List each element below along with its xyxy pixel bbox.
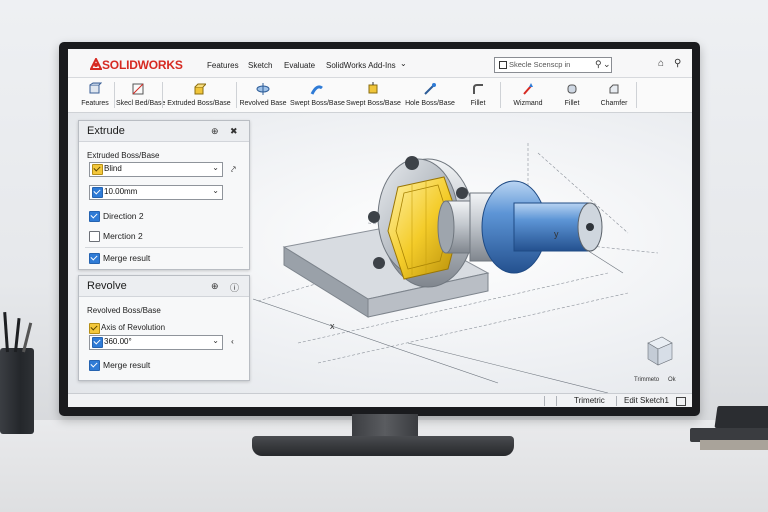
ribbon-separator [500,82,501,108]
title-bar: SOLIDWORKS Features Sketch Evaluate Soli… [68,49,692,78]
direction-flip-icon[interactable] [92,164,103,175]
panel-header: Extrude ⊕ ✖ [79,121,249,142]
status-bar: Trimetric Edit Sketch1 [68,393,692,407]
panel-title: Revolve [87,280,127,292]
swept-boss-icon [368,82,378,94]
screen: SOLIDWORKS Features Sketch Evaluate Soli… [68,49,692,407]
search-icon[interactable]: ⚲ [595,59,602,70]
axis-label-y: y [554,229,559,239]
sketch-icon [132,83,144,95]
pin-icon[interactable]: ⚲ [674,58,681,69]
direction2-checkbox[interactable] [89,211,100,222]
features-button[interactable]: Features [76,78,114,112]
view-cube[interactable] [647,336,673,366]
fillet-icon [473,84,483,94]
chamfer-button[interactable]: Chamfer [592,78,636,112]
merge-result-checkbox[interactable] [89,253,100,264]
depth-field[interactable]: 10.00mm ⌄ [89,185,223,200]
merction2-checkbox[interactable] [89,231,100,242]
angle-checkbox[interactable] [92,337,103,348]
search-input[interactable]: Skecle Scenscp in ⚲ ⌄ [494,57,612,73]
chevron-left-icon[interactable]: ‹ [231,336,234,346]
merge-result-checkbox[interactable] [89,360,100,371]
divider [85,247,243,248]
ribbon-separator [162,82,163,108]
hole-boss-button[interactable]: Hole Boss/Base [402,78,458,112]
revolved-base-button[interactable]: Revolved Base [238,78,288,112]
view-cube-ok[interactable]: Ok [668,377,677,383]
view-orientation-status[interactable]: Trimetric [574,396,605,405]
book [700,440,768,450]
confirm-icon[interactable]: ⊕ [211,126,219,137]
menu-features[interactable]: Features [207,61,239,70]
menu-add-ins[interactable]: SolidWorks Add-Ins [326,61,396,70]
sketch-button[interactable]: Skecl Bed/Base [116,78,165,112]
status-separator [556,396,557,406]
end-condition-select[interactable]: Blind ⌄ [89,162,223,177]
chevron-down-icon: ⌄ [212,186,219,195]
panel-subtitle: Revolved Boss/Base [87,306,161,315]
info-icon[interactable]: ⓘ [230,281,239,294]
status-separator [544,396,545,406]
chevron-down-icon: ⌄ [212,163,219,172]
features-icon [89,82,102,94]
revolve-property-panel: Revolve ⊕ ⓘ Revolved Boss/Base Axis of R… [78,275,250,381]
extruded-boss-button[interactable]: Extruded Boss/Base [164,78,234,112]
status-panel-icon[interactable] [676,397,686,406]
revolve-icon [256,83,270,95]
chevron-down-icon[interactable]: ⌄ [603,59,611,70]
axis-of-revolution-label: Axis of Revolution [101,323,166,332]
angle-field[interactable]: 360.00° ⌄ [89,335,223,350]
panel-subtitle: Extruded Boss/Base [87,151,160,160]
direction2-label: Direction 2 [103,211,144,221]
fillet-button-2[interactable]: Fillet [554,78,590,112]
solidworks-logo-icon [90,58,102,70]
close-icon[interactable]: ✖ [230,126,238,137]
axis-selector-icon[interactable] [89,323,100,334]
chevron-down-icon: ⌄ [212,336,219,345]
chevron-down-icon[interactable]: ⌄ [400,59,407,68]
pen-cup [0,348,34,434]
home-icon[interactable]: ⌂ [658,58,664,69]
swept-icon [310,85,323,95]
swept-boss-base-button[interactable]: Swept Boss/Base [346,78,401,112]
wizard-button[interactable]: Wizmand [502,78,554,112]
confirm-icon[interactable]: ⊕ [211,281,219,292]
reverse-direction-icon[interactable]: ⤤ [231,164,236,175]
notebook [714,406,768,428]
pen [3,311,9,353]
fillet-button[interactable]: Fillet [460,78,496,112]
command-manager-ribbon: Features Skecl Bed/Base Extruded Boss/Ba… [68,78,692,113]
panel-title: Extrude [87,125,125,137]
swept-boss-button[interactable]: Swept Boss/Base [290,78,345,112]
revolved-feature[interactable] [481,180,603,274]
extrude-icon [194,83,206,95]
hole-icon [424,83,436,95]
menu-evaluate[interactable]: Evaluate [284,61,315,70]
merction2-label: Merction 2 [103,231,143,241]
ribbon-separator [114,82,115,108]
fillet2-icon [567,84,577,94]
merge-result-label: Merge result [103,253,151,263]
depth-checkbox[interactable] [92,187,103,198]
ribbon-separator [236,82,237,108]
monitor-stand-base [252,436,514,456]
axis-label-x: x [330,321,335,331]
edit-mode-status[interactable]: Edit Sketch1 [624,396,669,405]
app-logo: SOLIDWORKS [102,58,183,72]
chamfer-icon [609,84,619,94]
search-scope-icon [499,61,507,69]
merge-result-label: Merge result [103,360,151,370]
wizard-icon [523,83,533,95]
view-cube-label: Trimmeto [634,377,660,383]
panel-header: Revolve ⊕ ⓘ [79,276,249,297]
extrude-property-panel: Extrude ⊕ ✖ Extruded Boss/Base Blind ⌄ ⤤… [78,120,250,270]
menu-sketch[interactable]: Sketch [248,61,272,70]
status-separator [616,396,617,406]
ribbon-separator [636,82,637,108]
